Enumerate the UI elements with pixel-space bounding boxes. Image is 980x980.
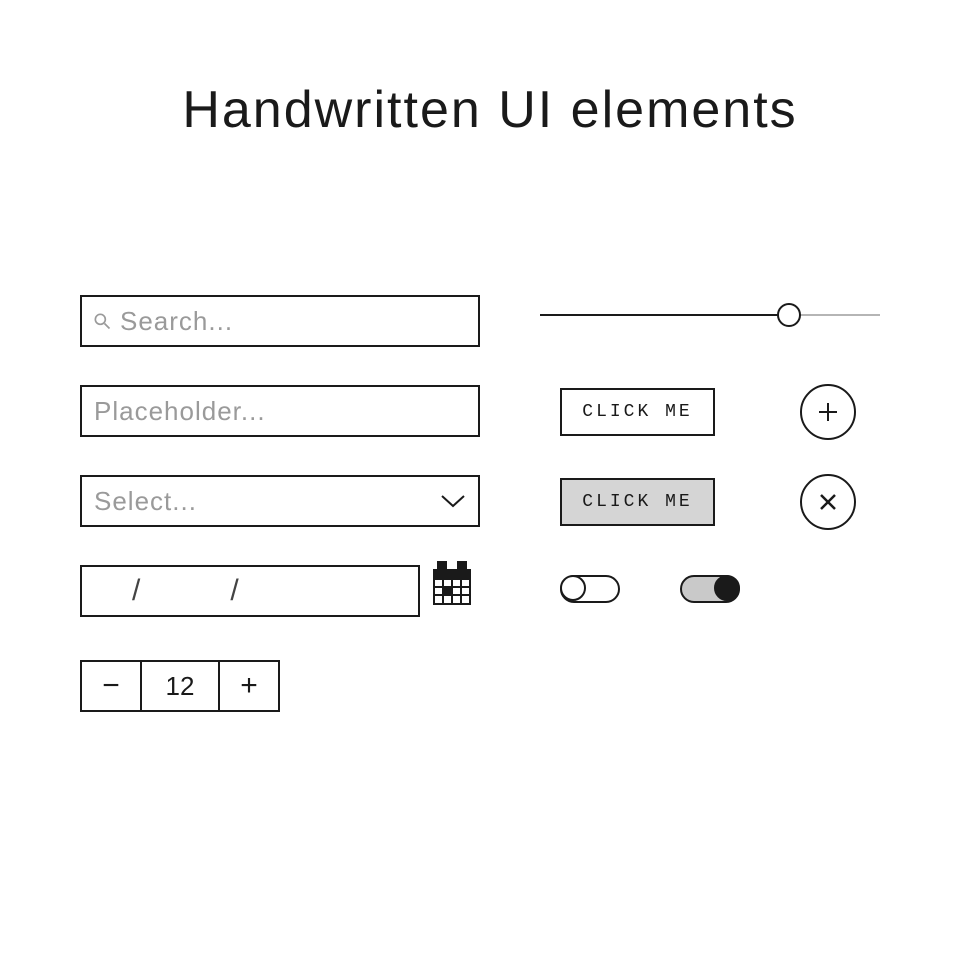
date-input[interactable]: / /	[80, 565, 420, 617]
text-input[interactable]: Placeholder...	[80, 385, 480, 437]
stepper-value: 12	[140, 660, 220, 712]
close-icon	[815, 489, 841, 515]
text-input-placeholder: Placeholder...	[94, 396, 266, 427]
click-me-button[interactable]: CLICK ME	[560, 388, 715, 436]
select-placeholder: Select...	[94, 486, 197, 517]
date-sep-2: /	[230, 574, 238, 608]
toggle-knob	[560, 575, 586, 601]
plus-icon	[815, 399, 841, 425]
date-sep-1: /	[132, 574, 140, 608]
search-placeholder: Search...	[120, 306, 233, 337]
toggle-on[interactable]	[680, 575, 740, 603]
calendar-icon[interactable]	[430, 560, 474, 608]
page-title: Handwritten UI elements	[0, 80, 980, 140]
slider[interactable]	[540, 300, 880, 330]
chevron-down-icon	[440, 493, 466, 509]
toggle-off[interactable]	[560, 575, 620, 603]
stepper-decrement-button[interactable]: −	[80, 660, 140, 712]
toggle-knob	[714, 575, 740, 601]
click-me-button-pressed[interactable]: CLICK ME	[560, 478, 715, 526]
add-button[interactable]	[800, 384, 856, 440]
search-input[interactable]: Search...	[80, 295, 480, 347]
select-input[interactable]: Select...	[80, 475, 480, 527]
close-button[interactable]	[800, 474, 856, 530]
search-icon	[92, 311, 112, 331]
stepper-increment-button[interactable]: +	[220, 660, 280, 712]
